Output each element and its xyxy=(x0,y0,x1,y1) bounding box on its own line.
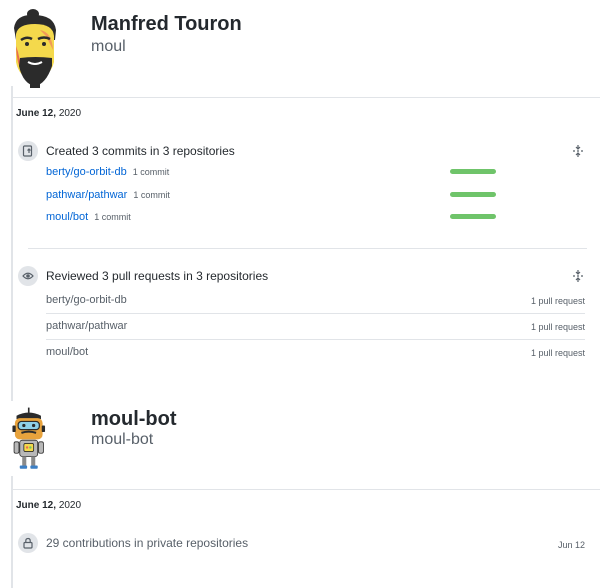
pull-request-row: moul/bot 1 pull request xyxy=(46,340,585,366)
date-month-day: June 12, xyxy=(16,500,57,511)
profile-username: moul xyxy=(91,38,126,55)
repo-link[interactable]: berty/go-orbit-db xyxy=(46,166,127,178)
robot-avatar-icon[interactable] xyxy=(10,404,54,478)
pull-request-row: berty/go-orbit-db 1 pull request xyxy=(46,288,585,314)
repo-link[interactable]: berty/go-orbit-db xyxy=(46,294,127,306)
lock-icon xyxy=(18,533,38,553)
profile-full-name[interactable]: Manfred Touron xyxy=(91,13,242,36)
commit-count[interactable]: 1 commit xyxy=(133,167,170,177)
commit-repo-row: pathwar/pathwar 1 commit xyxy=(46,189,170,201)
profile-header: moul-bot moul-bot xyxy=(0,398,600,494)
profile-username: moul-bot xyxy=(91,431,154,448)
fold-icon[interactable] xyxy=(571,269,585,283)
activity-date: June 12, 2020 xyxy=(16,108,81,119)
reviews-summary-title: Reviewed 3 pull requests in 3 repositori… xyxy=(46,269,269,283)
date-year: 2020 xyxy=(58,500,82,511)
pull-request-count[interactable]: 1 pull request xyxy=(531,296,585,306)
profile-header: Manfred Touron moul xyxy=(0,0,600,96)
pull-request-row: pathwar/pathwar 1 pull request xyxy=(46,314,585,340)
timeline-line xyxy=(11,86,13,401)
private-contributions-date: Jun 12 xyxy=(557,540,585,550)
pull-request-count[interactable]: 1 pull request xyxy=(531,348,585,358)
commit-count[interactable]: 1 commit xyxy=(94,212,131,222)
divider xyxy=(12,489,600,490)
fold-icon[interactable] xyxy=(571,144,585,158)
profile-full-name[interactable]: moul-bot xyxy=(91,408,177,431)
commit-bar xyxy=(450,214,496,219)
repo-link[interactable]: pathwar/pathwar xyxy=(46,320,127,332)
repo-link[interactable]: moul/bot xyxy=(46,211,88,223)
date-month-day: June 12, xyxy=(16,108,57,119)
commit-bar xyxy=(450,192,496,197)
commit-repo-row: moul/bot 1 commit xyxy=(46,211,131,223)
private-contributions-title: 29 contributions in private repositories xyxy=(46,536,249,550)
cartoon-man-avatar-icon[interactable] xyxy=(8,6,62,88)
repo-push-icon xyxy=(18,141,38,161)
commit-count[interactable]: 1 commit xyxy=(133,190,170,200)
divider xyxy=(12,97,600,98)
commit-bar xyxy=(450,169,496,174)
date-year: 2020 xyxy=(58,108,82,119)
repo-link[interactable]: pathwar/pathwar xyxy=(46,189,127,201)
eye-icon xyxy=(18,266,38,286)
commits-summary-title: Created 3 commits in 3 repositories xyxy=(46,144,235,158)
divider xyxy=(28,248,587,249)
repo-link[interactable]: moul/bot xyxy=(46,346,88,358)
commit-repo-row: berty/go-orbit-db 1 commit xyxy=(46,166,169,178)
pull-request-count[interactable]: 1 pull request xyxy=(531,322,585,332)
activity-date: June 12, 2020 xyxy=(16,500,81,511)
